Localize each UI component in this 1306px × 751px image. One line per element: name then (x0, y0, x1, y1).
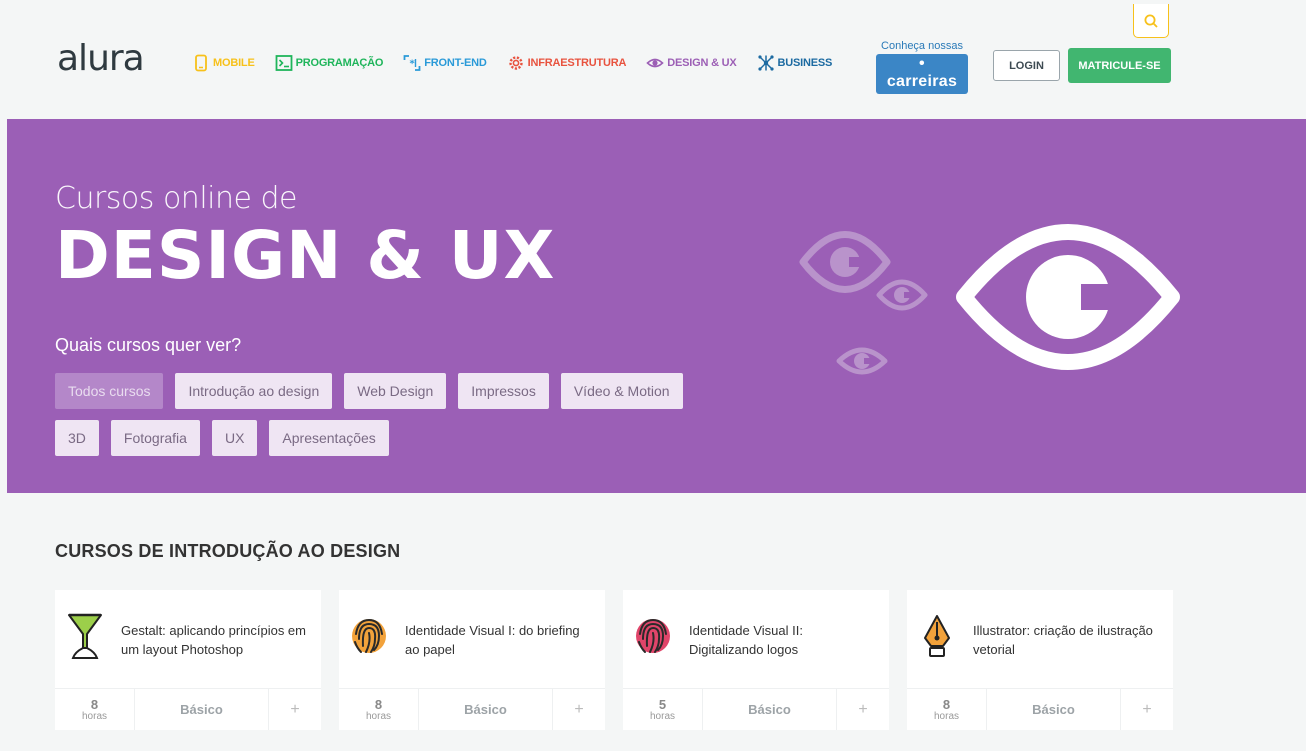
course-title: Identidade Visual II: Digitalizando logo… (689, 623, 803, 657)
nav-item-label: MOBILE (213, 57, 255, 69)
careers-badge: • carreiras (876, 54, 968, 94)
hours-value: 8 (90, 696, 99, 712)
add-course-button[interactable]: + (553, 689, 605, 730)
hours-value: 5 (658, 696, 667, 712)
course-title: Gestalt: aplicando princípios em um layo… (121, 623, 306, 657)
search-icon (1144, 14, 1158, 28)
course-footer: 8 horas Básico + (907, 688, 1173, 730)
category-filters: Todos cursos Introdução ao design Web De… (55, 373, 755, 467)
filter-fotografia[interactable]: Fotografia (110, 420, 200, 456)
filter-introducao-ao-design[interactable]: Introdução ao design (175, 373, 333, 409)
svg-text:*: * (410, 59, 416, 70)
filter-todos-cursos[interactable]: Todos cursos (55, 373, 164, 409)
site-header: alura MOBILE PROGRAMAÇÃO * FRONT-END INF… (0, 0, 1306, 118)
nav-item-programacao[interactable]: PROGRAMAÇÃO (275, 54, 384, 72)
nav-item-label: INFRAESTRUTURA (527, 57, 627, 69)
filter-impressos[interactable]: Impressos (458, 373, 549, 409)
nav-item-label: PROGRAMAÇÃO (295, 57, 384, 69)
filter-web-design[interactable]: Web Design (344, 373, 447, 409)
careers-badge-label: carreiras (886, 73, 958, 90)
course-card[interactable]: Illustrator: criação de ilustração vetor… (907, 590, 1173, 730)
course-level: Básico (419, 689, 553, 730)
course-card[interactable]: Identidade Visual I: do briefing ao pape… (339, 590, 605, 730)
add-course-button[interactable]: + (269, 689, 321, 730)
filter-apresentacoes[interactable]: Apresentações (269, 420, 389, 456)
nav-item-business[interactable]: BUSINESS (757, 54, 833, 72)
course-level: Básico (135, 689, 269, 730)
careers-caption: Conheça nossas (881, 40, 963, 52)
course-hours: 8 horas (55, 689, 135, 730)
course-footer: 8 horas Básico + (339, 688, 605, 730)
signup-button[interactable]: MATRICULE-SE (1068, 48, 1171, 83)
course-hours: 8 horas (339, 689, 419, 730)
nav-item-design-ux[interactable]: DESIGN & UX (646, 54, 737, 72)
course-hours: 5 horas (623, 689, 703, 730)
section-title: CURSOS DE INTRODUÇÃO AO DESIGN (55, 541, 401, 561)
filter-question: Quais cursos quer ver? (55, 335, 242, 355)
hours-label: horas (81, 710, 107, 722)
fingerprint-icon (352, 618, 386, 653)
main-nav: MOBILE PROGRAMAÇÃO * FRONT-END INFRAESTR… (192, 54, 852, 72)
fingerprint-icon (636, 618, 670, 653)
hero-banner: Cursos online de DESIGN & UX Quais curso… (7, 119, 1306, 493)
careers-link[interactable]: Conheça nossas • carreiras (876, 40, 968, 94)
search-button[interactable] (1133, 4, 1169, 38)
hours-value: 8 (374, 696, 383, 712)
filter-row: Todos cursos Introdução ao design Web De… (55, 373, 755, 409)
course-list: Gestalt: aplicando princípios em um layo… (55, 590, 1191, 730)
course-footer: 8 horas Básico + (55, 688, 321, 730)
nav-item-label: FRONT-END (424, 57, 487, 69)
terminal-icon (275, 55, 292, 71)
course-title: Identidade Visual I: do briefing ao pape… (405, 623, 580, 657)
nav-item-label: BUSINESS (777, 57, 833, 69)
network-icon (757, 55, 774, 71)
course-level: Básico (703, 689, 837, 730)
add-course-button[interactable]: + (1121, 689, 1173, 730)
hours-label: horas (649, 710, 675, 722)
hero-title: DESIGN & UX (55, 217, 556, 294)
hero-subtitle: Cursos online de (55, 181, 298, 216)
hours-label: horas (933, 710, 959, 722)
nav-item-infraestrutura[interactable]: INFRAESTRUTURA (507, 54, 627, 72)
pen-nib-icon (924, 615, 950, 657)
course-card[interactable]: Identidade Visual II: Digitalizando logo… (623, 590, 889, 730)
course-card[interactable]: Gestalt: aplicando princípios em um layo… (55, 590, 321, 730)
filter-ux[interactable]: UX (211, 420, 258, 456)
hours-label: horas (365, 710, 391, 722)
mobile-icon (195, 54, 207, 72)
alura-logo[interactable]: alura (57, 38, 145, 79)
nav-item-mobile[interactable]: MOBILE (192, 54, 255, 72)
add-course-button[interactable]: + (837, 689, 889, 730)
filter-3d[interactable]: 3D (55, 420, 99, 456)
filter-video-motion[interactable]: Vídeo & Motion (560, 373, 683, 409)
nav-item-label: DESIGN & UX (667, 57, 737, 69)
eye-icon (646, 58, 664, 68)
course-hours: 8 horas (907, 689, 987, 730)
course-footer: 5 horas Básico + (623, 688, 889, 730)
course-title: Illustrator: criação de ilustração vetor… (973, 623, 1153, 657)
login-button[interactable]: LOGIN (993, 50, 1060, 81)
front-end-icon: * (403, 55, 421, 71)
nav-item-front-end[interactable]: * FRONT-END (403, 54, 487, 72)
course-level: Básico (987, 689, 1121, 730)
goblet-icon (68, 613, 102, 659)
filter-row: 3D Fotografia UX Apresentações (55, 420, 755, 456)
gear-icon (508, 56, 523, 70)
hours-value: 8 (942, 696, 951, 712)
